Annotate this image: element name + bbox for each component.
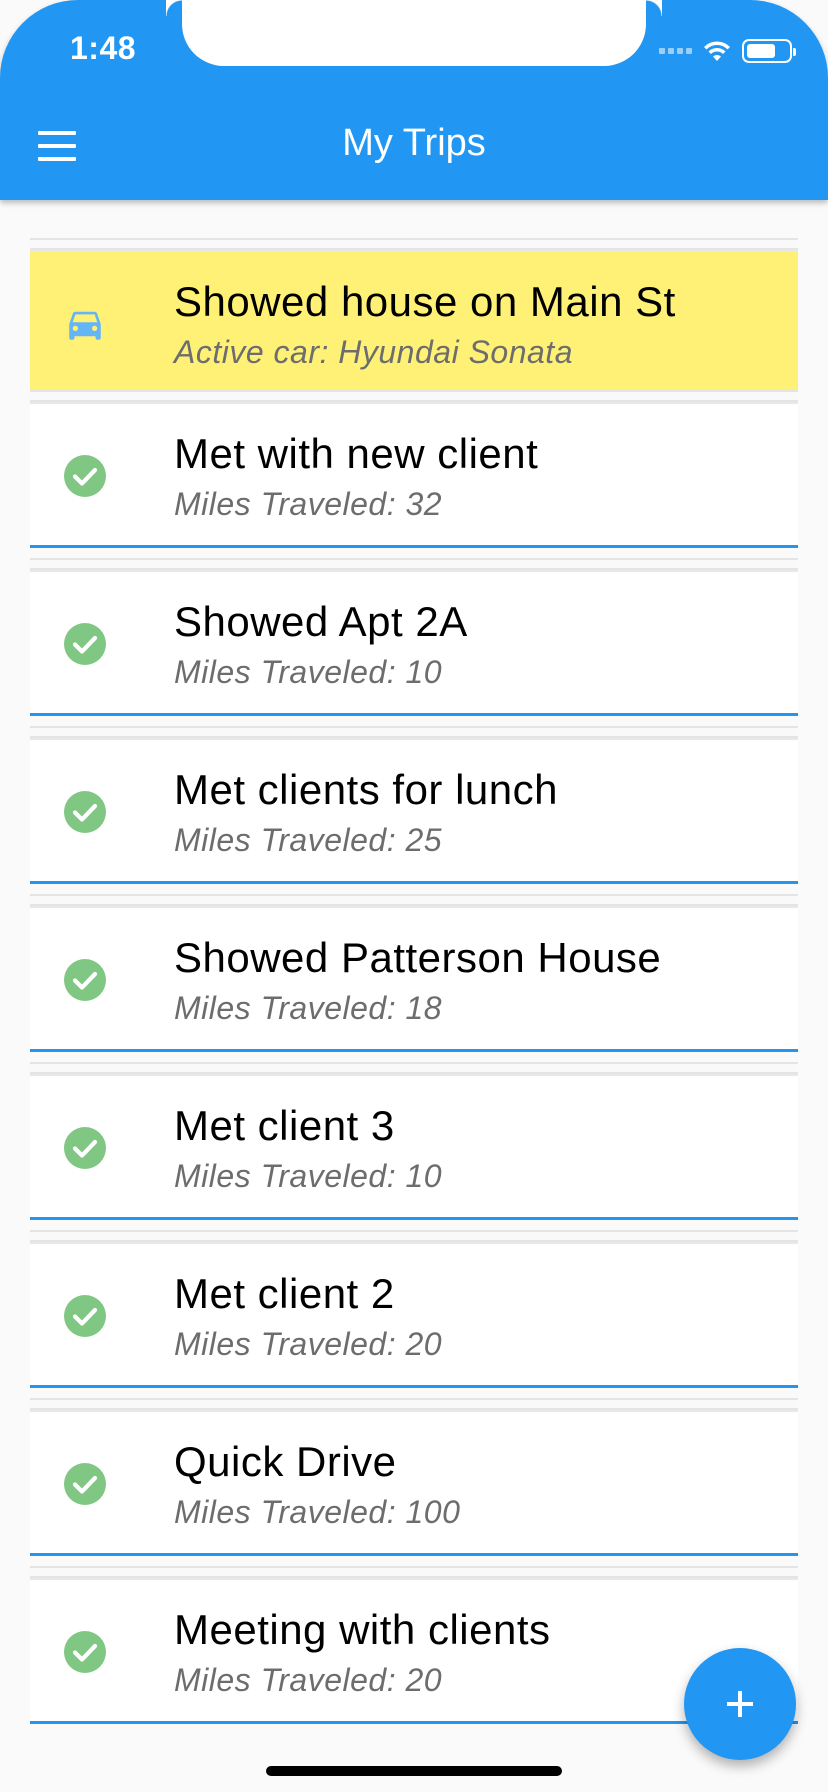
check-circle-icon	[64, 623, 106, 665]
check-circle-icon	[64, 1463, 106, 1505]
row-divider	[30, 558, 798, 570]
screen: 1:48 My Trips Showed house on Main St Act…	[0, 0, 828, 1792]
trip-title: Quick Drive	[174, 1438, 397, 1485]
trip-title: Met with new client	[174, 430, 539, 477]
miles-traveled-label: Miles Traveled: 20	[174, 1662, 443, 1698]
trip-title: Met client 3	[174, 1102, 395, 1149]
status-icons	[659, 36, 796, 66]
active-car-label: Active car: Hyundai Sonata	[174, 334, 573, 370]
check-circle-icon	[64, 1295, 106, 1337]
trip-title: Meeting with clients	[174, 1606, 551, 1653]
row-accent-line	[30, 1049, 798, 1052]
trip-row[interactable]: Quick Drive Miles Traveled: 100	[30, 1398, 798, 1556]
app-bar: 1:48 My Trips	[0, 0, 828, 200]
status-time: 1:48	[70, 30, 137, 66]
trip-title: Showed Patterson House	[174, 934, 662, 981]
check-circle-icon	[64, 791, 106, 833]
check-circle-icon	[64, 1631, 106, 1673]
miles-traveled-label: Miles Traveled: 18	[174, 990, 443, 1026]
row-divider	[30, 238, 798, 250]
miles-traveled-label: Miles Traveled: 10	[174, 654, 443, 690]
row-accent-line	[30, 1385, 798, 1388]
row-accent-line	[30, 1553, 798, 1556]
signal-icon	[659, 48, 692, 54]
row-accent-line	[30, 881, 798, 884]
device-notch	[182, 0, 662, 66]
miles-traveled-label: Miles Traveled: 100	[174, 1494, 461, 1530]
car-icon	[64, 303, 106, 345]
row-accent-line	[30, 1217, 798, 1220]
row-accent-line	[30, 545, 798, 548]
miles-traveled-label: Miles Traveled: 25	[174, 822, 443, 858]
trip-row[interactable]: Met client 3 Miles Traveled: 10	[30, 1062, 798, 1220]
trip-title: Met client 2	[174, 1270, 395, 1317]
row-divider	[30, 1566, 798, 1578]
check-circle-icon	[64, 959, 106, 1001]
page-title: My Trips	[342, 122, 486, 164]
row-divider	[30, 1230, 798, 1242]
row-divider	[30, 1062, 798, 1074]
trip-row[interactable]: Meeting with clients Miles Traveled: 20	[30, 1566, 798, 1724]
row-divider	[30, 894, 798, 906]
trip-row[interactable]: Met client 2 Miles Traveled: 20	[30, 1230, 798, 1388]
miles-traveled-label: Miles Traveled: 10	[174, 1158, 443, 1194]
plus-icon	[727, 1691, 753, 1717]
check-circle-icon	[64, 1127, 106, 1169]
trip-title: Showed house on Main St	[174, 278, 676, 325]
row-divider	[30, 390, 798, 402]
trip-row[interactable]: Met with new client Miles Traveled: 32	[30, 390, 798, 548]
wifi-icon	[704, 41, 730, 61]
trip-row[interactable]: Met clients for lunch Miles Traveled: 25	[30, 726, 798, 884]
miles-traveled-label: Miles Traveled: 32	[174, 486, 443, 522]
trip-row[interactable]: Showed Apt 2A Miles Traveled: 10	[30, 558, 798, 716]
row-accent-line	[30, 713, 798, 716]
battery-icon	[742, 39, 796, 63]
check-circle-icon	[64, 455, 106, 497]
add-trip-button[interactable]	[684, 1648, 796, 1760]
trip-row[interactable]: Showed Patterson House Miles Traveled: 18	[30, 894, 798, 1052]
trip-title: Showed Apt 2A	[174, 598, 468, 645]
home-indicator	[266, 1766, 562, 1776]
row-accent-line	[30, 1721, 798, 1724]
active-trip-row[interactable]: Showed house on Main St Active car: Hyund…	[30, 238, 798, 396]
miles-traveled-label: Miles Traveled: 20	[174, 1326, 443, 1362]
trip-title: Met clients for lunch	[174, 766, 558, 813]
row-divider	[30, 1398, 798, 1410]
row-divider	[30, 726, 798, 738]
